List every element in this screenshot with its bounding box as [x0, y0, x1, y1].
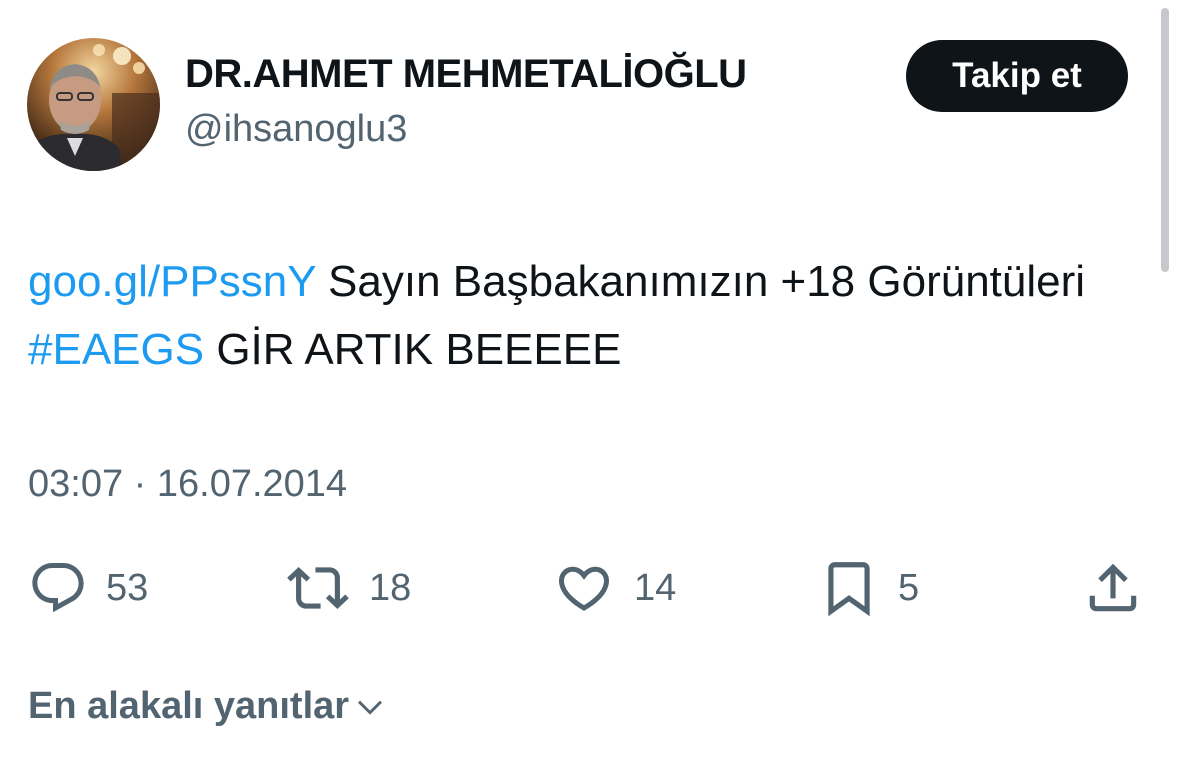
tweet-text: goo.gl/PPssnY Sayın Başbakanımızın +18 G… — [28, 248, 1138, 384]
author-handle[interactable]: @ihsanoglu3 — [185, 108, 407, 151]
like-button[interactable]: 14 — [552, 555, 676, 621]
heart-icon — [558, 566, 610, 611]
bookmark-icon — [828, 562, 870, 617]
tweet-timestamp[interactable]: 03:07 · 16.07.2014 — [28, 463, 347, 506]
bookmark-button[interactable]: 5 — [818, 555, 919, 621]
retweet-arrows-icon — [287, 567, 349, 609]
scrollbar-thumb[interactable] — [1161, 8, 1169, 272]
author-display-name[interactable]: DR.AHMET MEHMETALİOĞLU — [185, 52, 747, 97]
author-avatar[interactable] — [27, 38, 160, 171]
tweet-link[interactable]: goo.gl/PPssnY — [28, 257, 316, 306]
retweet-button[interactable]: 18 — [285, 555, 411, 621]
speech-bubble-icon — [32, 563, 84, 613]
chevron-down-icon — [358, 700, 383, 715]
bookmark-count: 5 — [898, 566, 920, 609]
replies-sort-dropdown[interactable]: En alakalı yanıtlar — [28, 685, 387, 728]
hashtag-link[interactable]: #EAEGS — [28, 325, 204, 374]
like-count: 14 — [634, 566, 677, 609]
tweet-text-segment: GİR ARTIK BEEEEE — [204, 325, 622, 374]
avatar-photo — [27, 38, 160, 171]
share-upload-icon — [1089, 563, 1137, 612]
reply-count: 53 — [106, 566, 149, 609]
share-button[interactable] — [1082, 555, 1144, 621]
follow-button[interactable]: Takip et — [906, 40, 1128, 112]
tweet-text-segment: Sayın Başbakanımızın +18 Görüntüleri — [315, 257, 1086, 306]
tweet-action-bar: 53 18 14 5 — [0, 555, 1179, 625]
reply-button[interactable]: 53 — [28, 555, 148, 621]
replies-sort-label: En alakalı yanıtlar — [28, 685, 350, 727]
retweet-count: 18 — [369, 566, 412, 609]
